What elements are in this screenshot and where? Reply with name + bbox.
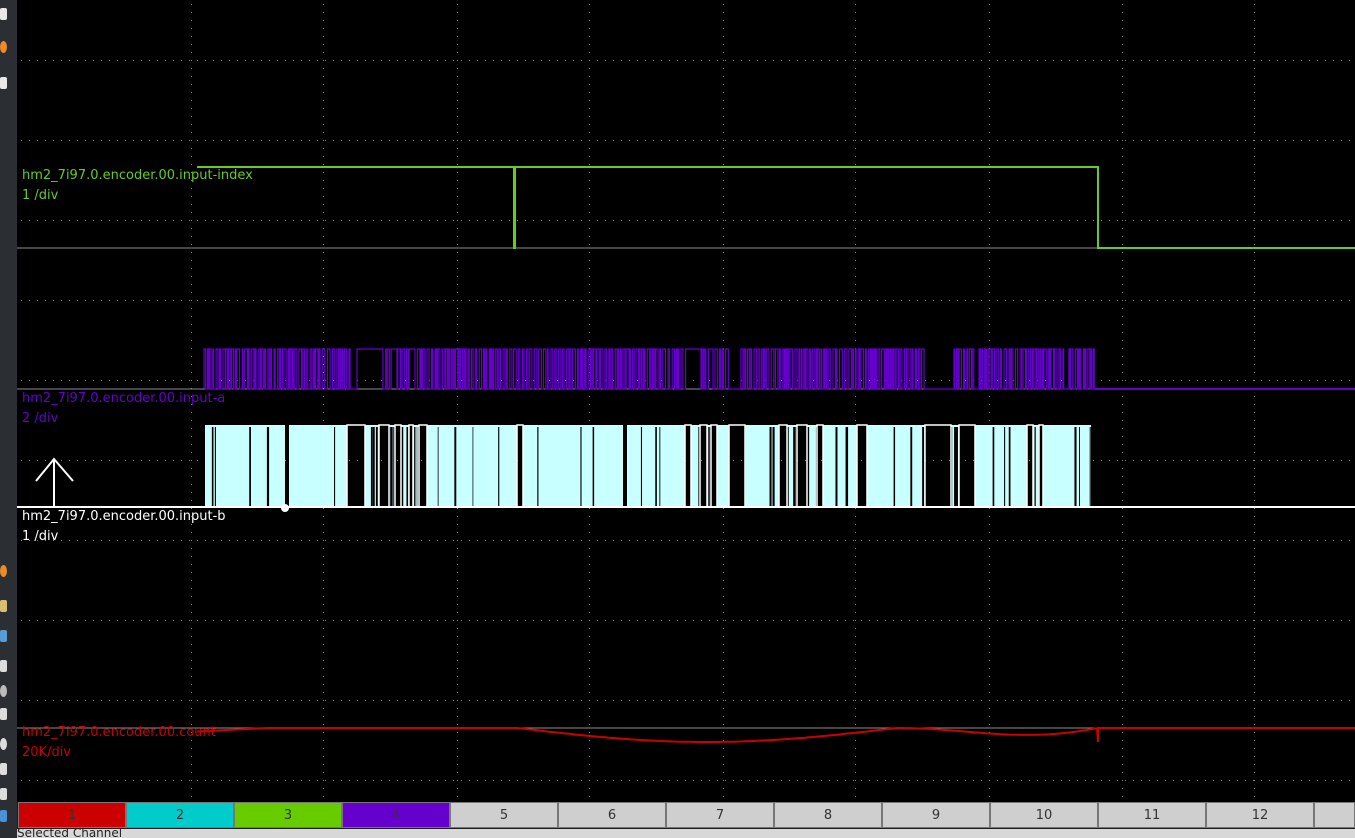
channel-2-pulse xyxy=(699,424,708,507)
channel-2-block xyxy=(867,425,925,507)
channel-2-pulse xyxy=(856,424,868,507)
firefox-icon[interactable] xyxy=(0,41,7,53)
channel-1-label[interactable]: hm2_7i97.0.encoder.00.count 20K/div xyxy=(22,725,216,760)
channel-2-name: hm2_7i97.0.encoder.00.input-b xyxy=(22,509,226,524)
channel-2-block xyxy=(289,425,347,507)
channel-button-3[interactable]: 3 xyxy=(234,802,342,828)
channel-4-trace xyxy=(203,348,1095,390)
eject-icon[interactable] xyxy=(0,660,7,672)
record-icon[interactable] xyxy=(0,738,7,750)
channel-2-pulse xyxy=(816,424,824,507)
status-bar: Selected Channel xyxy=(17,829,1355,838)
channel-2-pulse xyxy=(378,424,390,507)
channel-2-block xyxy=(975,425,1027,507)
channel-2-pulse xyxy=(1026,424,1034,507)
channel-2-pulse xyxy=(346,424,366,507)
package-icon[interactable] xyxy=(0,708,7,720)
channel-2-block xyxy=(205,425,285,507)
channel-2-pulse xyxy=(710,424,718,507)
channel-2-block xyxy=(1033,425,1039,507)
channel-button-9[interactable]: 9 xyxy=(882,802,990,828)
channel-1-trace xyxy=(196,727,1355,743)
channel-3-label[interactable]: hm2_7i97.0.encoder.00.input-index 1 /div xyxy=(22,168,253,203)
channel-2-pulse xyxy=(394,424,402,507)
channel-2-block xyxy=(823,425,857,507)
channel-4-name: hm2_7i97.0.encoder.00.input-a xyxy=(22,391,226,406)
channel-button-8[interactable]: 8 xyxy=(774,802,882,828)
channel-2-block xyxy=(717,425,729,507)
channel-4-label[interactable]: hm2_7i97.0.encoder.00.input-a 2 /div xyxy=(22,391,225,426)
channel-2-pulse xyxy=(796,424,808,507)
file-manager-icon[interactable] xyxy=(0,600,7,612)
channel-2-pulse xyxy=(728,424,746,507)
channel-2-pulse xyxy=(1038,424,1044,507)
pen-icon[interactable] xyxy=(0,763,7,775)
window-icon[interactable] xyxy=(0,77,7,89)
desktop-taskbar xyxy=(0,0,17,838)
channel-button-7[interactable]: 7 xyxy=(666,802,774,828)
channel-2-block xyxy=(427,425,517,507)
channel-2-pulse xyxy=(516,424,524,507)
screen-icon[interactable] xyxy=(0,810,7,822)
channel-button-11[interactable]: 11 xyxy=(1098,802,1206,828)
channel-1-name: hm2_7i97.0.encoder.00.count xyxy=(22,725,216,740)
channel-2-pulse xyxy=(958,424,976,507)
trigger-point-marker xyxy=(281,504,289,512)
firefox-icon[interactable] xyxy=(0,565,7,577)
channel-button-4[interactable]: 4 xyxy=(342,802,450,828)
channel-4-scale: 2 /div xyxy=(22,411,59,426)
channel-3-scale: 1 /div xyxy=(22,188,59,203)
channel-2-label[interactable]: hm2_7i97.0.encoder.00.input-b 1 /div xyxy=(22,509,226,544)
channel-button-10[interactable]: 10 xyxy=(990,802,1098,828)
scope-display[interactable]: hm2_7i97.0.encoder.00.input-index 1 /div… xyxy=(17,0,1355,802)
channel-button-5[interactable]: 5 xyxy=(450,802,558,828)
channel-button-6[interactable]: 6 xyxy=(558,802,666,828)
channel-button-1[interactable]: 1 xyxy=(18,802,126,828)
channel-2-block xyxy=(1043,425,1091,507)
window-icon[interactable] xyxy=(0,8,7,20)
channel-button-12[interactable]: 12 xyxy=(1206,802,1314,828)
disc-icon[interactable] xyxy=(0,685,7,697)
channel-2-pulse xyxy=(778,424,788,507)
document-icon[interactable] xyxy=(0,630,7,642)
channel-2-pulse xyxy=(684,424,692,507)
channel-3-name: hm2_7i97.0.encoder.00.input-index xyxy=(22,168,253,183)
channel-2-pulse xyxy=(408,424,414,507)
channel-3-trace xyxy=(197,166,1355,249)
channel-2-pulse xyxy=(418,424,428,507)
channel-2-scale: 1 /div xyxy=(22,529,59,544)
status-text: Selected Channel xyxy=(17,829,123,838)
channel-selector-bar: 1 2 3 4 5 6 7 8 9 10 11 12 xyxy=(17,802,1355,829)
channel-1-scale: 20K/div xyxy=(22,745,72,760)
key-icon[interactable] xyxy=(0,788,7,800)
channel-button-2[interactable]: 2 xyxy=(126,802,234,828)
channel-button-overflow[interactable] xyxy=(1314,802,1355,828)
channel-2-pulse xyxy=(924,424,952,507)
